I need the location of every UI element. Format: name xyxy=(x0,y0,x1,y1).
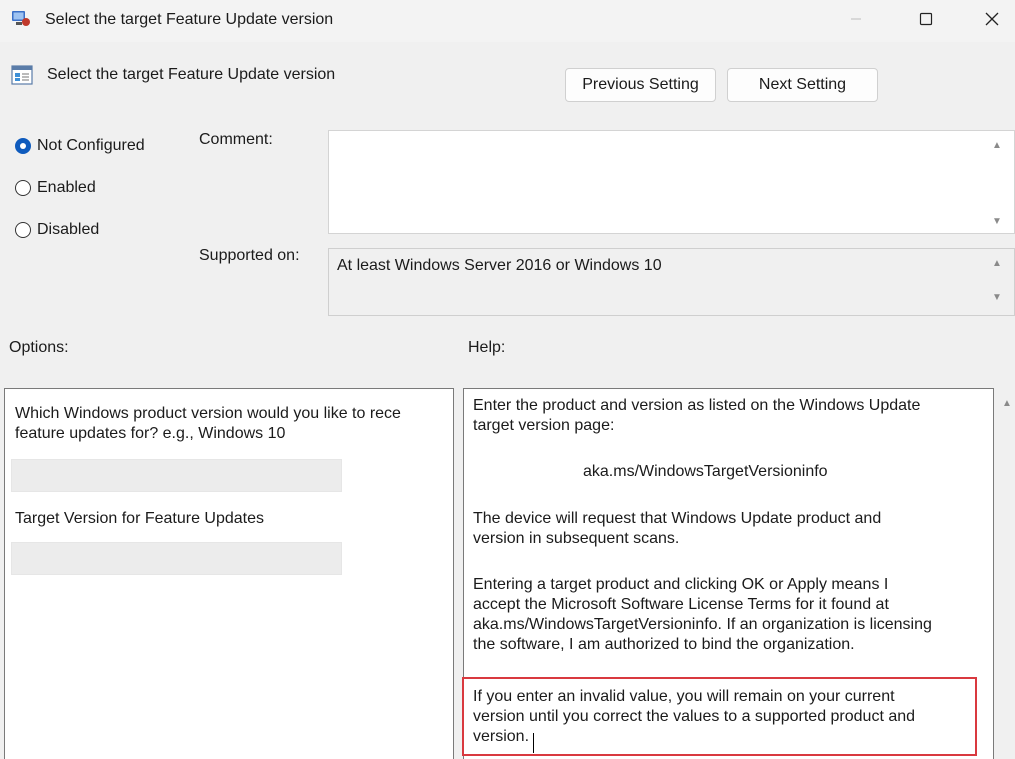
setting-title: Select the target Feature Update version xyxy=(47,66,336,83)
radio-label: Enabled xyxy=(37,179,96,196)
radio-label: Not Configured xyxy=(37,137,145,154)
help-line: The device will request that Windows Upd… xyxy=(473,510,882,527)
text-caret xyxy=(533,733,534,753)
next-setting-button[interactable]: Next Setting xyxy=(727,68,878,102)
previous-setting-button[interactable]: Previous Setting xyxy=(565,68,716,102)
help-line: accept the Microsoft Software License Te… xyxy=(473,596,889,613)
radio-enabled[interactable]: Enabled xyxy=(15,177,96,199)
window-title: Select the target Feature Update version xyxy=(45,11,334,28)
comment-scroll-up[interactable]: ▲ xyxy=(991,140,1003,151)
help-paragraph: Entering a target product and clicking O… xyxy=(473,575,993,655)
comment-textarea[interactable] xyxy=(328,130,1015,234)
options-section-label: Options: xyxy=(9,339,69,356)
help-line: Entering a target product and clicking O… xyxy=(473,576,889,593)
close-icon xyxy=(985,12,999,26)
help-scroll-up[interactable]: ▲ xyxy=(1001,398,1013,409)
question-line: feature updates for? e.g., Windows 10 xyxy=(15,425,286,442)
close-button[interactable] xyxy=(969,0,1015,38)
comment-label: Comment: xyxy=(199,131,273,148)
maximize-icon xyxy=(919,12,933,26)
help-line: target version page: xyxy=(473,417,615,434)
radio-button[interactable] xyxy=(15,222,31,238)
target-version-label: Target Version for Feature Updates xyxy=(15,510,265,527)
help-paragraph: Enter the product and version as listed … xyxy=(473,396,993,436)
radio-label: Disabled xyxy=(37,221,100,238)
help-paragraph: The device will request that Windows Upd… xyxy=(473,509,993,549)
help-section-label: Help: xyxy=(468,339,506,356)
help-line: Enter the product and version as listed … xyxy=(473,397,921,414)
supported-scroll-up[interactable]: ▲ xyxy=(991,258,1003,269)
product-version-input[interactable] xyxy=(11,459,342,492)
radio-button-checked[interactable] xyxy=(15,138,31,154)
supported-on-value: At least Windows Server 2016 or Windows … xyxy=(337,257,662,274)
group-policy-icon xyxy=(11,10,31,28)
product-version-question: Which Windows product version would you … xyxy=(15,404,453,444)
help-line: version. xyxy=(473,728,530,745)
help-line: version in subsequent scans. xyxy=(473,530,680,547)
help-line: the software, I am authorized to bind th… xyxy=(473,636,855,653)
minimize-icon xyxy=(851,18,861,20)
supported-scroll-down[interactable]: ▼ xyxy=(991,292,1003,303)
radio-disabled[interactable]: Disabled xyxy=(15,219,99,241)
question-line: Which Windows product version would you … xyxy=(15,405,401,422)
help-line: aka.ms/WindowsTargetVersioninfo. If an o… xyxy=(473,616,932,633)
help-link: aka.ms/WindowsTargetVersioninfo xyxy=(583,463,828,480)
maximize-button[interactable] xyxy=(903,0,949,38)
policy-setting-icon xyxy=(11,64,33,86)
radio-button[interactable] xyxy=(15,180,31,196)
help-paragraph-invalid-value: If you enter an invalid value, you will … xyxy=(473,687,993,747)
target-version-input[interactable] xyxy=(11,542,342,575)
comment-scroll-down[interactable]: ▼ xyxy=(991,216,1003,227)
radio-not-configured[interactable]: Not Configured xyxy=(15,135,145,157)
supported-on-label: Supported on: xyxy=(199,247,300,264)
minimize-button[interactable] xyxy=(833,0,879,38)
help-line: If you enter an invalid value, you will … xyxy=(473,688,895,705)
help-line: version until you correct the values to … xyxy=(473,708,916,725)
